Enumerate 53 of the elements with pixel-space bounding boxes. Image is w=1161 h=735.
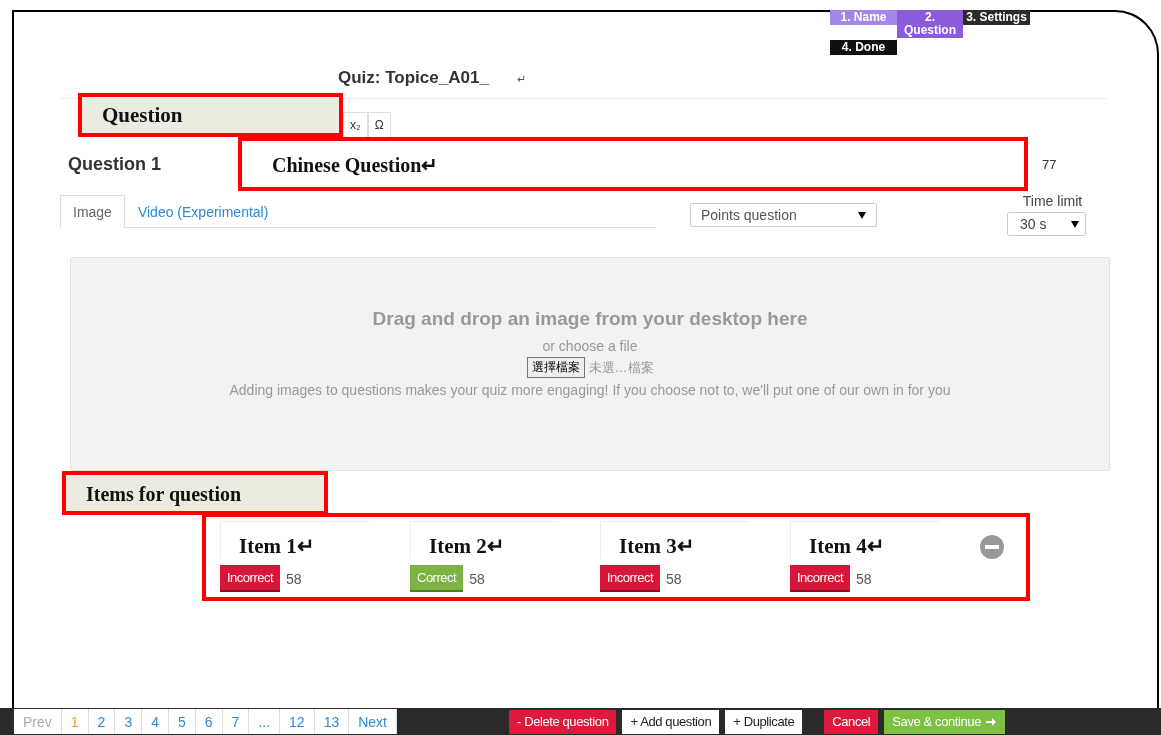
choose-file-button[interactable]: 選擇檔案 <box>526 357 585 378</box>
answer-count: 58 <box>666 570 682 587</box>
media-tab[interactable]: Video (Experimental) <box>124 195 282 227</box>
answer-field[interactable]: Item 4↵ <box>790 521 939 559</box>
page-link[interactable]: 7 <box>222 709 250 734</box>
annotation-label: Question <box>78 93 343 137</box>
question-type-select[interactable]: Points question <box>690 203 877 227</box>
arrow-icon <box>985 715 998 728</box>
annotation-label: Items for question <box>62 471 328 515</box>
toolbar-button[interactable]: x₂ <box>343 112 368 137</box>
action-button[interactable]: + Add question <box>622 709 720 734</box>
paragraph-mark: ↵ <box>516 73 526 86</box>
answer-field[interactable]: Item 1↵ <box>220 521 369 559</box>
correctness-toggle[interactable]: Incorrect <box>600 565 661 592</box>
page-link[interactable]: 3 <box>115 709 143 734</box>
time-limit-label: Time limit <box>1022 193 1083 209</box>
dropzone-hint: Adding images to questions makes your quiz more engaging! If you choose not to, we'll put one of our own in for you <box>229 382 951 398</box>
answer-field[interactable]: Item 3↵ <box>600 521 749 559</box>
correctness-toggle[interactable]: Incorrect <box>220 565 281 592</box>
media-tab[interactable]: Image <box>60 195 125 228</box>
remove-icon[interactable] <box>980 535 1004 559</box>
page-link[interactable]: 13 <box>314 709 350 734</box>
dropzone-subheading: or choose a file <box>542 338 638 354</box>
dropdown-icon <box>858 211 866 219</box>
page-link[interactable]: 6 <box>195 709 223 734</box>
quiz-title: Quiz: Topice_A01_ <box>338 68 489 88</box>
question-number: Question 1 <box>67 153 162 175</box>
step-tab[interactable]: 3. Settings <box>963 10 1030 25</box>
toolbar-button[interactable]: Ω <box>367 112 391 137</box>
page-link[interactable]: 5 <box>169 709 196 734</box>
step-tab[interactable]: 1. Name <box>830 10 897 25</box>
answer-count: 58 <box>286 570 302 587</box>
step-tab[interactable]: 4. Done <box>830 40 897 55</box>
character-count: 77 <box>1042 156 1057 172</box>
file-status: 未選…檔案 <box>588 358 654 377</box>
next-page-link[interactable]: Next <box>349 709 397 734</box>
answer-count: 58 <box>856 570 872 587</box>
step-tab[interactable]: 2. Question <box>897 10 963 38</box>
action-button[interactable]: Cancel <box>824 709 879 734</box>
answer-count: 58 <box>469 570 485 587</box>
time-limit-select[interactable]: 30 s <box>1007 212 1086 236</box>
correctness-toggle[interactable]: Incorrect <box>790 565 851 592</box>
page-link[interactable]: 2 <box>88 709 116 734</box>
page-link[interactable]: 12 <box>280 709 315 734</box>
dropzone-heading: Drag and drop an image from your desktop here <box>372 308 808 330</box>
action-button[interactable]: + Duplicate <box>725 709 803 734</box>
answer-field[interactable]: Item 2↵ <box>410 521 559 559</box>
question-field[interactable]: Chinese Question↵ <box>238 137 1028 191</box>
dropdown-icon <box>1071 220 1079 228</box>
page-link[interactable]: ... <box>249 709 281 734</box>
action-button[interactable]: - Delete question <box>509 709 617 734</box>
page-link[interactable]: 4 <box>142 709 169 734</box>
image-dropzone[interactable]: Drag and drop an image from your desktop here or choose a file 選擇檔案 未選…檔案 Adding images to questions makes your quiz more engaging! If you choose not to, we'll put one of our own in for you <box>70 257 1110 471</box>
